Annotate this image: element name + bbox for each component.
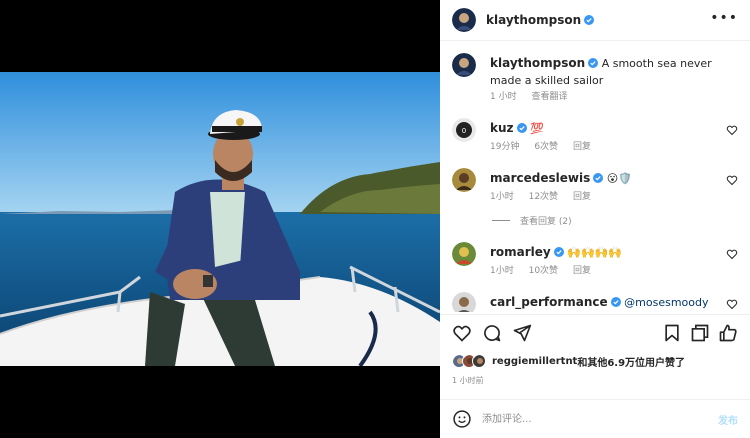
caption-time: 1 小时 [490,92,517,102]
add-comment-bar: 发布 [440,400,750,438]
comment-text: 🙌🙌🙌🙌 [567,246,623,259]
post-comment-button[interactable]: 发布 [718,412,738,427]
comment-item: marcedeslewis 😮🛡️ 1小时 12次赞 回复 [452,168,742,202]
comment-username[interactable]: kuz [490,121,514,135]
liker-avatars [452,354,486,368]
action-bar [440,318,750,350]
heart-icon[interactable] [726,298,738,310]
comment-time: 1小时 [490,266,514,276]
heart-icon[interactable] [452,323,472,343]
comment-time: 1小时 [490,192,514,202]
post-header: klaythompson [440,0,750,40]
caption: klaythompson A smooth sea never made a s… [452,53,742,102]
comment-likes[interactable]: 6次赞 [534,142,558,152]
likes-count-text[interactable]: 和其他6.9万位用户赞了 [577,354,685,369]
replies-line [492,220,510,221]
verified-icon [553,247,564,257]
comment-item: carl_performance @mosesmoody [452,292,742,312]
avatar[interactable]: 0 [452,118,476,142]
comment-mention[interactable]: @mosesmoody [624,296,708,309]
comment-item: romarley 🙌🙌🙌🙌 1小时 10次赞 回复 [452,242,742,276]
bookmark-icon[interactable] [690,323,710,343]
verified-icon [516,123,527,133]
post-timestamp: 1 小时前 [452,376,484,385]
avatar[interactable] [452,8,476,32]
heart-icon[interactable] [726,124,738,136]
comment-username[interactable]: carl_performance [490,295,608,309]
emoji-icon[interactable] [452,409,472,429]
heart-icon[interactable] [726,174,738,186]
svg-text:0: 0 [462,127,466,135]
share-icon[interactable] [512,323,532,343]
comment-input[interactable] [482,410,692,428]
like-hand-icon[interactable] [718,323,738,343]
liker-username[interactable]: reggiemillertnt [492,356,577,367]
avatar[interactable] [452,53,476,77]
avatar[interactable] [452,168,476,192]
avatar[interactable] [472,354,486,368]
more-options-icon[interactable]: ••• [710,10,738,26]
likes-summary: reggiemillertnt 和其他6.9万位用户赞了 [452,352,685,370]
view-replies-button[interactable]: 查看回复 (2) [492,214,572,227]
comment-item: 0 kuz 💯 19分钟 6次赞 回复 [452,118,742,152]
avatar[interactable] [452,242,476,266]
view-replies-label: 查看回复 (2) [520,217,572,227]
caption-username[interactable]: klaythompson [490,56,585,70]
divider [440,314,750,315]
comment-text: 💯 [530,122,544,135]
verified-icon [588,58,599,68]
comment-likes[interactable]: 10次赞 [529,266,558,276]
reply-link[interactable]: 回复 [573,192,591,202]
see-translation-link[interactable]: 查看翻译 [531,92,567,102]
collab-icon[interactable] [662,323,682,343]
comment-username[interactable]: romarley [490,245,551,259]
avatar[interactable] [452,292,476,312]
comment-text: 😮🛡️ [606,172,632,185]
post-photo-illustration [0,72,440,366]
divider [440,40,750,41]
heart-icon[interactable] [726,248,738,260]
comment-username[interactable]: marcedeslewis [490,171,590,185]
post-author-username[interactable]: klaythompson [486,13,581,27]
post-media-area [0,0,440,438]
verified-icon [593,173,604,183]
reply-link[interactable]: 回复 [573,142,591,152]
verified-icon [610,297,621,307]
post-photo[interactable] [0,72,440,366]
reply-link[interactable]: 回复 [573,266,591,276]
comment-likes[interactable]: 12次赞 [529,192,558,202]
comment-time: 19分钟 [490,142,520,152]
comment-icon[interactable] [482,323,502,343]
post-details-panel: klaythompson ••• klaythompson A smooth s… [440,0,750,438]
verified-icon [584,15,595,25]
